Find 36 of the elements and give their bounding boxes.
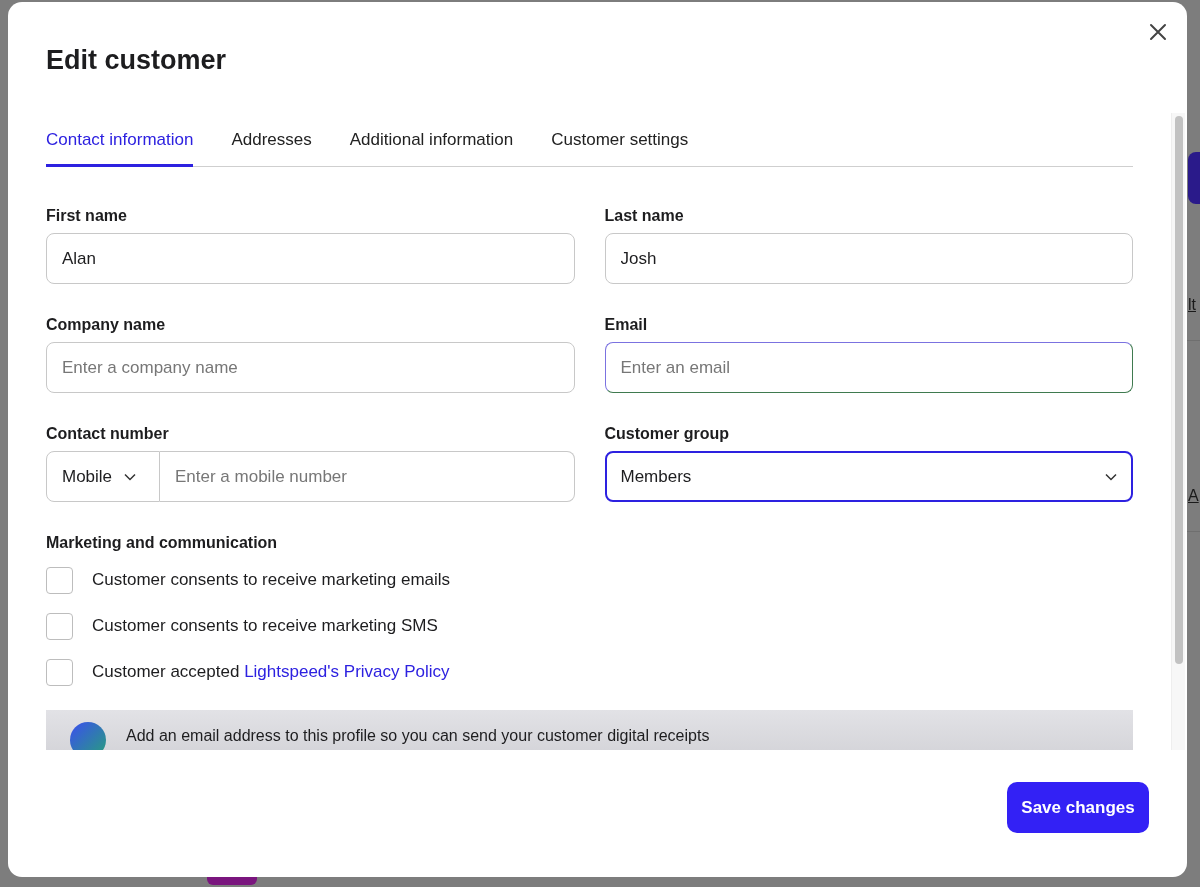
gradient-circle-icon [70,722,106,750]
field-label: Customer group [604,425,730,444]
checkbox[interactable] [46,612,73,640]
tab[interactable]: Contact information [46,115,194,167]
phone-type-dropdown[interactable]: Mobile [46,451,160,502]
checkbox-label: Customer consents to receive marketing SMS [92,616,438,636]
tab[interactable]: Additional information [349,115,514,167]
save-button[interactable]: Save changes [1007,782,1149,833]
input-field[interactable]: Alan [46,233,575,284]
field-label: Company name [46,316,167,335]
tab[interactable]: Addresses [231,115,312,167]
dropdown[interactable]: Members [604,451,1133,502]
checkbox[interactable] [46,658,73,686]
background-text: A [1187,487,1199,505]
input-field[interactable]: Josh [604,233,1133,284]
background-text: lt [1187,296,1196,314]
tab[interactable]: Customer settings [551,115,689,167]
input-field[interactable]: Enter a company name [46,342,575,393]
checkbox-label: Customer consents to receive marketing emails [92,570,451,590]
banner-text: Add an email address to this profile so you can send your customer digital receipts [126,726,710,746]
field-label: First name [46,207,128,226]
section-heading: Marketing and communication [46,534,279,553]
scrollbar[interactable] [1171,113,1185,750]
field-label: Email [604,316,649,335]
chevron-down-icon [1105,472,1117,481]
dialog-title: Edit customer [46,44,228,77]
chevron-down-icon [124,472,137,481]
checkbox[interactable] [46,566,73,594]
background-tag [207,877,257,885]
input-field[interactable]: Enter an email [604,342,1133,393]
checkbox-label: Customer accepted Lightspeed's Privacy Policy [92,662,450,682]
field-label: Contact number [46,425,170,444]
field-label: Last name [604,207,685,226]
phone-number-field[interactable]: Enter a mobile number [160,451,575,502]
privacy-policy-link[interactable]: Lightspeed's Privacy Policy [244,662,450,681]
close-icon[interactable] [1149,23,1167,41]
